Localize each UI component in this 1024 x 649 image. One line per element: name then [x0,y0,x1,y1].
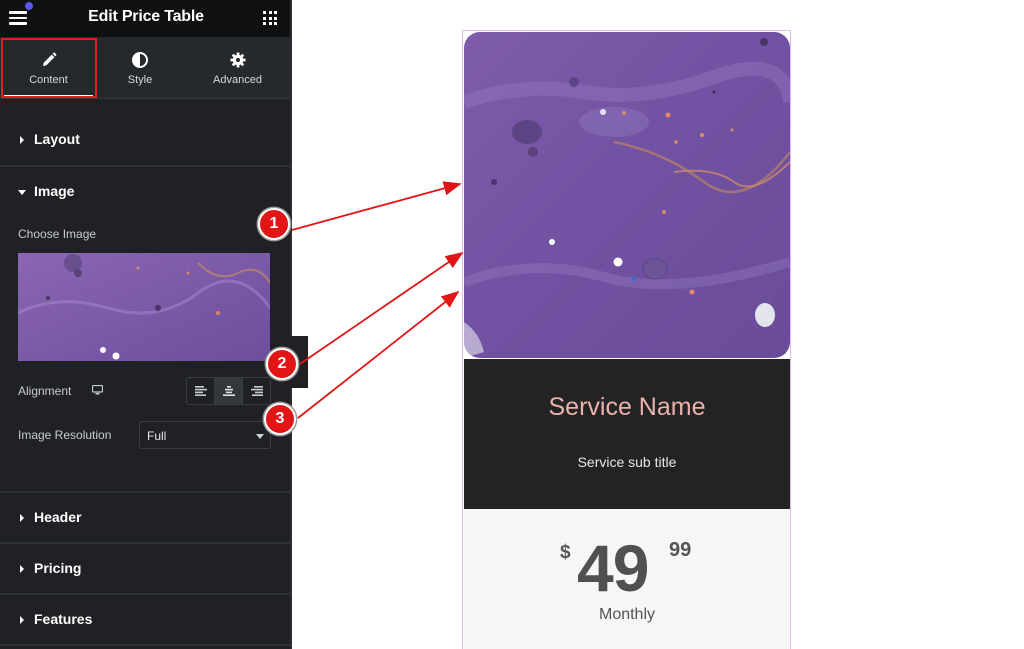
section-layout[interactable]: Layout [0,115,292,165]
annotation-arrow-2 [299,251,464,365]
panel-topbar: Edit Price Table [0,0,292,37]
price-currency: $ [560,542,571,563]
caret-right-icon [20,565,24,573]
tab-advanced[interactable]: Advanced [183,37,292,98]
section-label: Header [34,509,82,525]
annotation-badge-3: 3 [264,403,296,435]
price-integer: 49 [577,531,649,605]
pencil-icon [42,52,56,66]
panel-edge [290,0,292,649]
price-fraction: 99 [669,539,692,561]
tab-style[interactable]: Style [97,37,183,98]
choose-image-thumbnail[interactable] [18,253,270,361]
section-label: Pricing [34,560,82,576]
half-circle-icon [132,52,148,68]
alignment-control [186,377,271,405]
section-features[interactable]: Features [0,595,292,645]
align-center-button[interactable] [215,378,243,404]
desktop-responsive-icon[interactable] [92,385,103,395]
align-right-icon [250,386,263,396]
image-resolution-select[interactable]: Full [139,421,271,449]
align-right-button[interactable] [243,378,270,404]
active-tab-indicator [4,95,93,97]
select-value: Full [147,429,167,443]
caret-down-icon [18,190,26,195]
dropdown-arrow-icon [256,434,264,439]
align-left-button[interactable] [187,378,215,404]
price-table-header: Service Name Service sub title [464,359,790,509]
price-table-card[interactable]: Service Name Service sub title $ 49 99 M… [462,30,791,649]
tab-label: Style [127,74,153,86]
panel-title: Edit Price Table [88,8,204,25]
tab-label: Content [29,74,68,86]
alignment-label: Alignment [18,384,72,398]
align-center-icon [222,386,235,396]
annotation-badge-2: 2 [266,348,298,380]
divider [0,644,292,646]
editor-panel: Edit Price Table Content Style Advanced … [0,0,292,649]
image-resolution-label: Image Resolution [18,428,112,442]
caret-right-icon [20,616,24,624]
tab-content[interactable]: Content [0,37,97,98]
price-period: Monthly [598,606,656,623]
annotation-arrow-1 [291,181,462,231]
panel-tabs: Content Style Advanced [0,37,292,99]
choose-image-label: Choose Image [18,227,97,241]
section-label: Layout [34,131,80,147]
section-label: Image [34,183,75,199]
section-image[interactable]: Image [0,167,292,217]
price-table-image[interactable] [464,32,790,358]
caret-right-icon [20,136,24,144]
annotation-badge-1: 1 [258,208,290,240]
service-subtitle: Service sub title [577,454,677,470]
price-table-pricing: $ 49 99 Monthly [464,509,790,649]
tab-label: Advanced [213,74,262,86]
purple-texture-image [464,32,790,358]
align-left-icon [194,386,207,396]
gear-icon [230,52,245,68]
section-header[interactable]: Header [0,493,292,543]
widgets-grid-button[interactable] [263,11,277,25]
section-pricing[interactable]: Pricing [0,544,292,594]
service-name: Service Name [548,393,706,421]
caret-right-icon [20,514,24,522]
annotation-arrow-3 [297,290,460,419]
image-thumbnail-preview [18,253,270,361]
section-label: Features [34,611,93,627]
